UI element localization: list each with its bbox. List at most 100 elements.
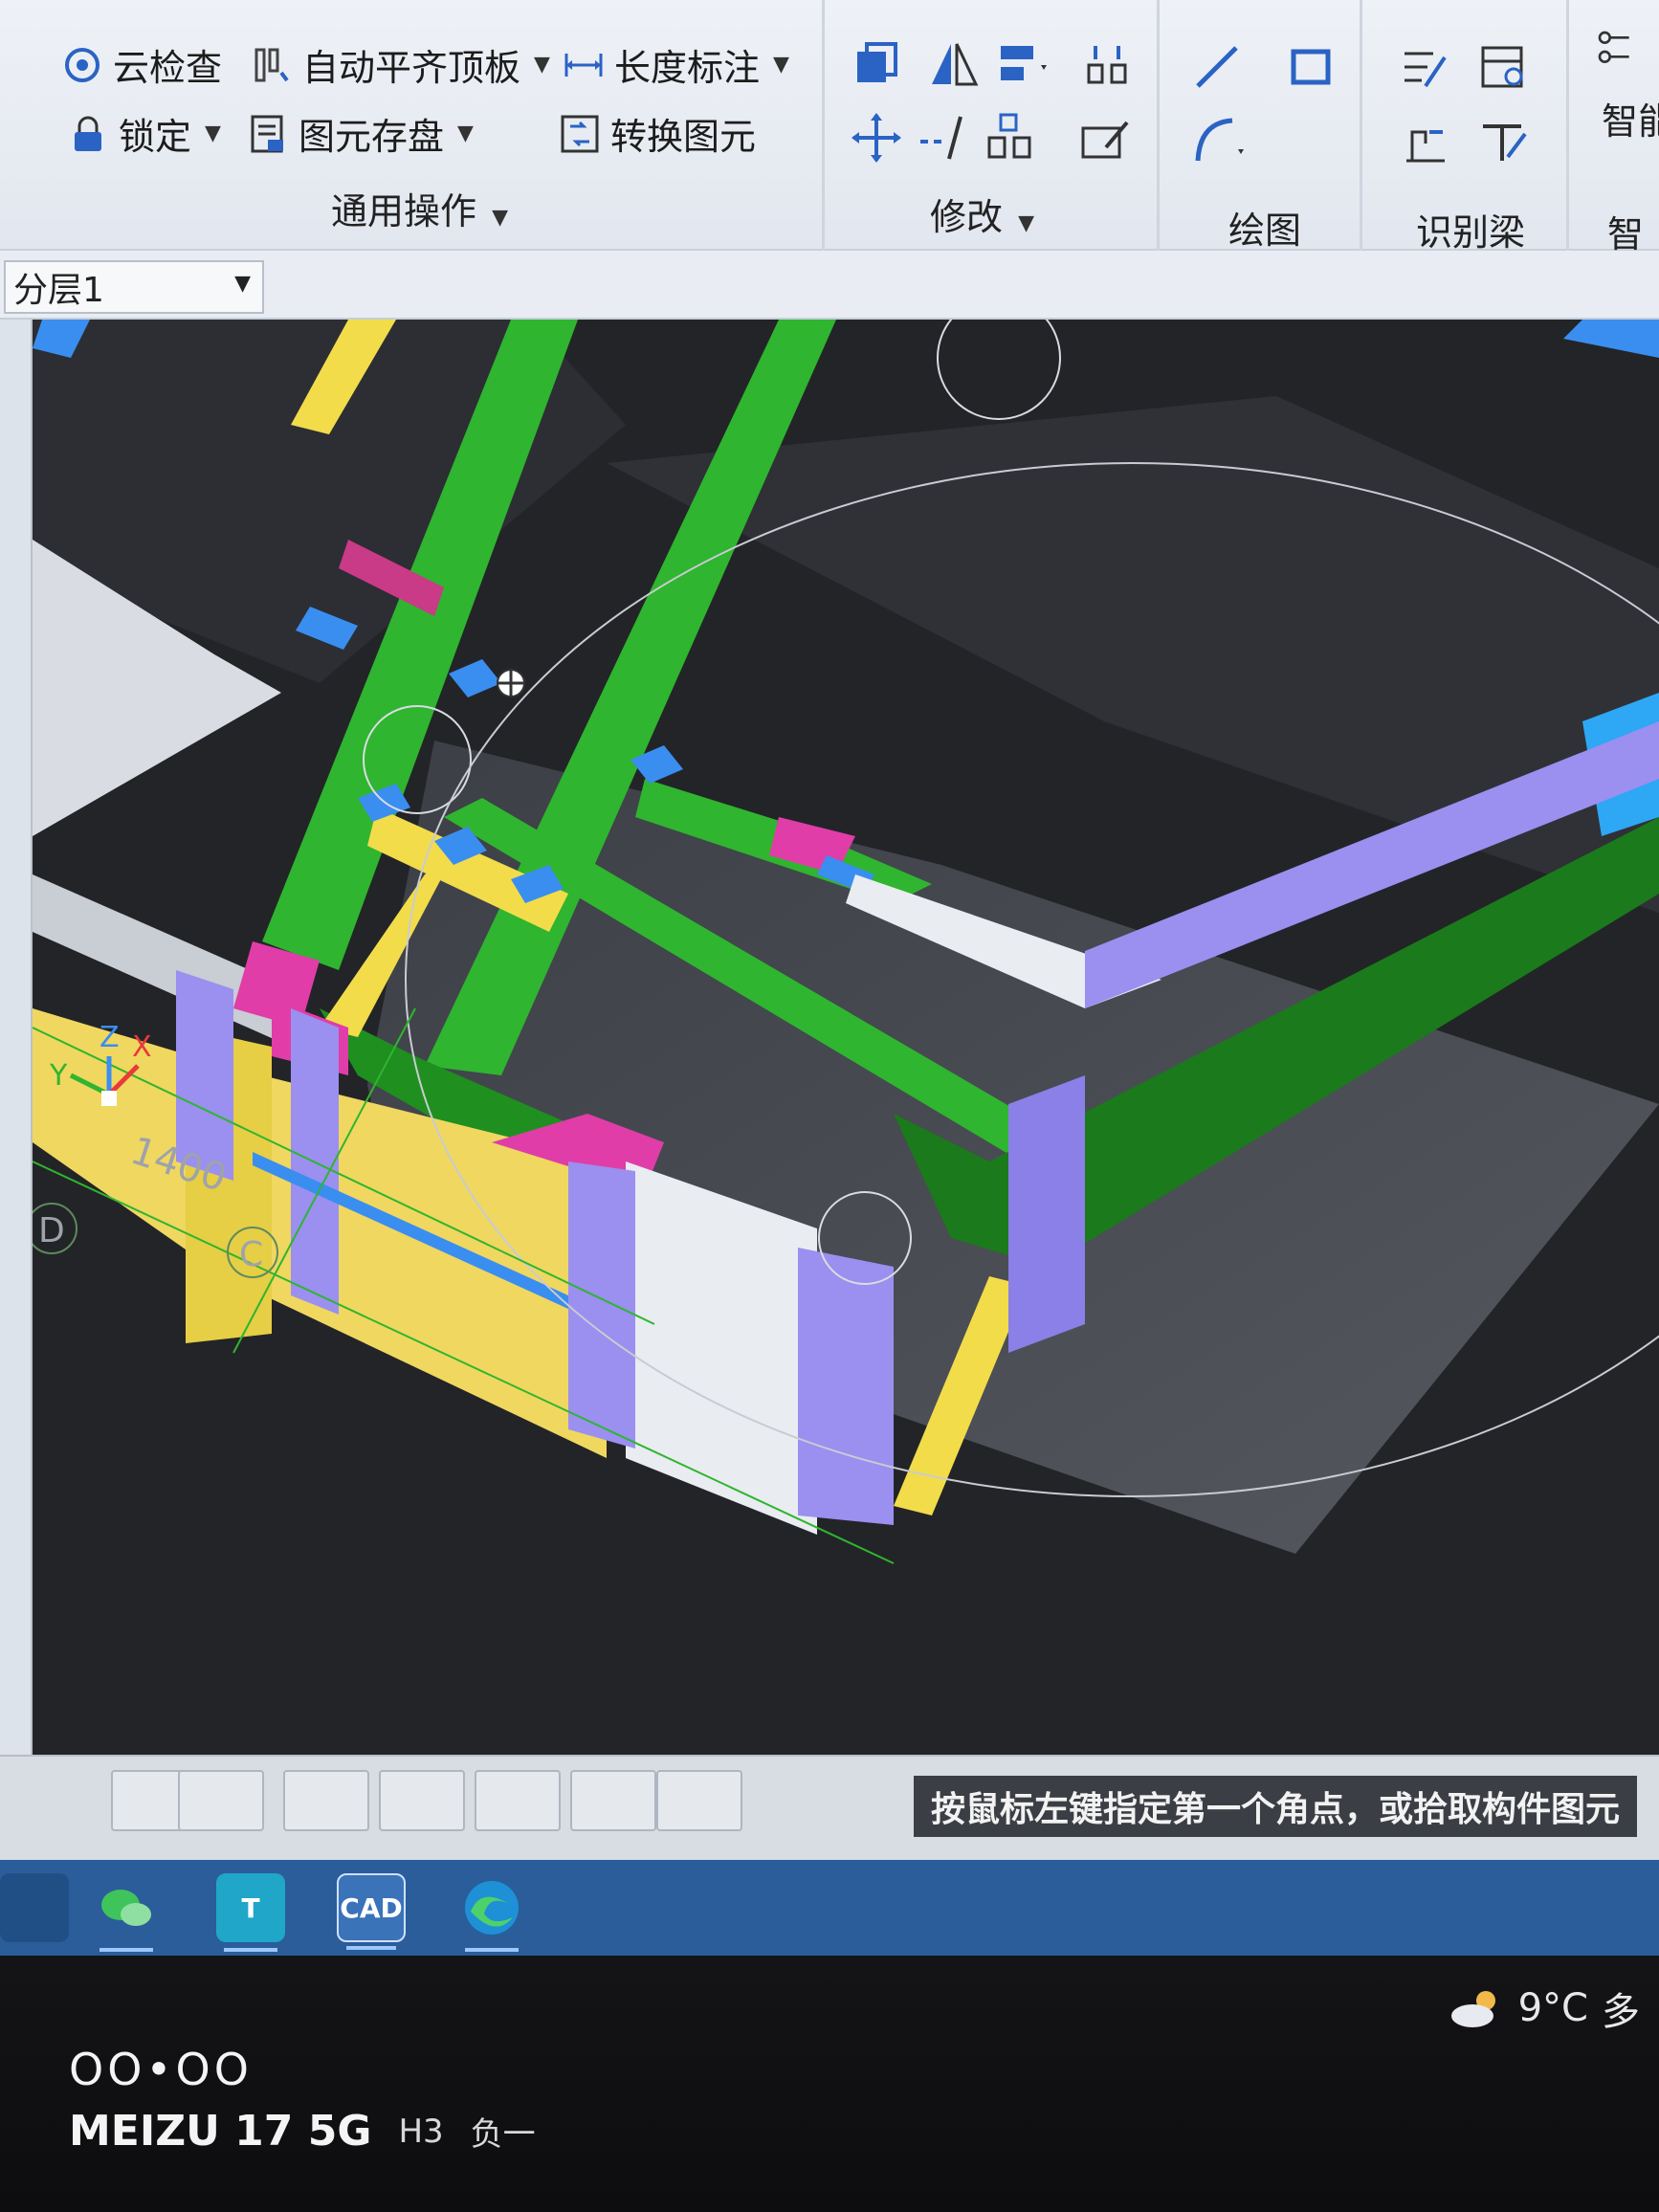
joint-9 <box>1563 320 1659 358</box>
chevron-down-icon: ▼ <box>234 272 251 296</box>
chevron-down-icon: ▼ <box>1018 211 1035 235</box>
draw-group-title: 绘图 <box>1228 210 1302 252</box>
chevron-down-icon: ▼ <box>457 122 474 145</box>
recognize-beam-group: 识别梁 <box>1362 0 1569 254</box>
joint-3 <box>449 659 501 697</box>
move-cursor-icon <box>497 669 525 697</box>
length-dim-label: 长度标注 <box>614 47 761 89</box>
watermark-model: MEIZU 17 5G <box>69 2107 372 2156</box>
offset-icon[interactable] <box>982 109 1039 166</box>
identify-beam-icon[interactable] <box>1397 38 1454 96</box>
cloud-check-icon <box>61 44 103 86</box>
watermark-dots: OO•OO <box>69 2044 253 2095</box>
general-ops-group-title[interactable]: 通用操作 ▼ <box>331 182 508 234</box>
weather-temp: 9°C <box>1517 1986 1588 2030</box>
lock-button[interactable]: 锁定 ▼ <box>67 107 221 160</box>
general-ops-group: 云检查 自动平齐顶板 ▼ 长度标注 ▼ 锁定 ▼ 图元存盘 ▼ 转换图元 通用操… <box>0 0 825 251</box>
array-icon[interactable] <box>1079 36 1137 94</box>
taskbar-app-glodon[interactable] <box>0 1873 69 1942</box>
chevron-down-icon: ▼ <box>534 53 550 77</box>
weather-widget[interactable]: 9°C 多 <box>1448 1980 1640 2036</box>
grid-label-c: C <box>239 1235 263 1274</box>
cloud-check-button[interactable]: 云检查 <box>61 38 222 91</box>
beam-table-icon[interactable] <box>1475 38 1533 96</box>
element-save-label: 图元存盘 <box>299 116 445 158</box>
angle-toggle[interactable] <box>379 1770 465 1831</box>
axis-z-label: Z <box>100 1021 120 1054</box>
purple-column-5[interactable] <box>1008 1075 1085 1353</box>
purple-column-4[interactable] <box>798 1248 894 1525</box>
span-icon[interactable] <box>1397 113 1454 170</box>
phone-camera-watermark: OO•OO MEIZU 17 5G H3 负一 <box>69 2047 536 2156</box>
purple-column-3[interactable] <box>568 1161 635 1449</box>
display-toggle[interactable] <box>570 1770 656 1831</box>
recognize-beam-group-title: 识别梁 <box>1416 211 1526 254</box>
smart-group-title: 智 <box>1607 213 1645 255</box>
element-save-icon <box>247 113 289 155</box>
convert-element-icon <box>559 113 601 155</box>
wechat-icon <box>101 1890 151 1926</box>
lock-label: 锁定 <box>119 116 192 158</box>
draw-group: 绘图 <box>1160 0 1362 252</box>
modify-group-title[interactable]: 修改 ▼ <box>930 188 1034 240</box>
convert-element-label: 转换图元 <box>610 116 757 158</box>
chevron-down-icon: ▼ <box>205 122 221 145</box>
taskbar-app-edge[interactable] <box>457 1873 526 1952</box>
smart-group: 智能 智 <box>1569 0 1659 255</box>
beam-section-icon[interactable] <box>1475 113 1533 170</box>
general-ops-title-label: 通用操作 <box>331 190 477 232</box>
align-icon[interactable] <box>993 36 1051 94</box>
taskbar-app-wechat[interactable] <box>92 1873 161 1952</box>
status-bar: 按鼠标左键指定第一个角点，或拾取构件图元 <box>0 1755 1659 1860</box>
move-icon[interactable] <box>848 109 905 166</box>
chevron-down-icon: ▼ <box>773 53 789 77</box>
layer-bar: 分层1 ▼ <box>0 251 1659 320</box>
smart-layout-icon[interactable] <box>1596 29 1634 67</box>
layer-select-value: 分层1 <box>13 271 104 310</box>
dimension-icon <box>563 44 605 86</box>
windows-taskbar: T CAD <box>0 1860 1659 1956</box>
rectangle-icon[interactable] <box>1282 38 1339 96</box>
cloud-sun-icon <box>1450 1991 1495 2027</box>
mirror-icon[interactable] <box>924 36 982 94</box>
element-save-button[interactable]: 图元存盘 ▼ <box>247 107 474 160</box>
edit-property-icon[interactable] <box>1077 109 1135 166</box>
smart-layout-label[interactable]: 智能 <box>1602 92 1659 144</box>
layer-select[interactable]: 分层1 ▼ <box>4 260 264 314</box>
left-side-panel-strip[interactable] <box>0 320 33 1803</box>
polar-toggle[interactable] <box>283 1770 369 1831</box>
command-prompt: 按鼠标左键指定第一个角点，或拾取构件图元 <box>914 1776 1638 1837</box>
arc-icon[interactable] <box>1188 111 1246 168</box>
line-icon[interactable] <box>1188 38 1246 96</box>
length-dim-button[interactable]: 长度标注 ▼ <box>563 38 789 91</box>
auto-align-slab-button[interactable]: 自动平齐顶板 ▼ <box>251 38 550 91</box>
modify-title-label: 修改 <box>930 196 1004 238</box>
arc-snap-toggle[interactable] <box>656 1770 742 1831</box>
watermark-neg: 负一 <box>470 2115 536 2154</box>
dynamic-input-toggle[interactable] <box>475 1770 561 1831</box>
ribbon-toolbar: 云检查 自动平齐顶板 ▼ 长度标注 ▼ 锁定 ▼ 图元存盘 ▼ 转换图元 通用操… <box>0 0 1659 255</box>
grid-label-d: D <box>38 1211 65 1250</box>
watermark-h: H3 <box>398 2112 444 2151</box>
cloud-check-label: 云检查 <box>113 47 223 89</box>
extend-icon[interactable] <box>917 109 974 166</box>
axis-y-label: Y <box>49 1059 68 1093</box>
auto-align-slab-label: 自动平齐顶板 <box>302 47 521 89</box>
3d-scene: Y Z X 1400 D C <box>33 320 1659 1564</box>
taskbar-app-cad[interactable]: CAD <box>337 1873 406 1950</box>
edge-browser-icon <box>465 1881 519 1935</box>
convert-element-button[interactable]: 转换图元 <box>559 107 756 160</box>
lock-icon <box>67 113 109 155</box>
snap-circle-top <box>937 320 1061 420</box>
axis-x-label: X <box>132 1030 152 1064</box>
3d-model-viewport[interactable]: Y Z X 1400 D C <box>33 320 1659 1755</box>
t-app-label: T <box>241 1891 260 1924</box>
weather-extra: 多 <box>1602 1990 1640 2034</box>
snap-toggle[interactable] <box>178 1770 264 1831</box>
cad-app-label: CAD <box>340 1891 403 1924</box>
taskbar-app-t[interactable]: T <box>216 1873 285 1952</box>
copy-icon[interactable] <box>848 36 905 94</box>
modify-group: 修改 ▼ <box>825 0 1160 251</box>
chevron-down-icon: ▼ <box>492 206 509 230</box>
align-slab-icon <box>251 44 293 86</box>
